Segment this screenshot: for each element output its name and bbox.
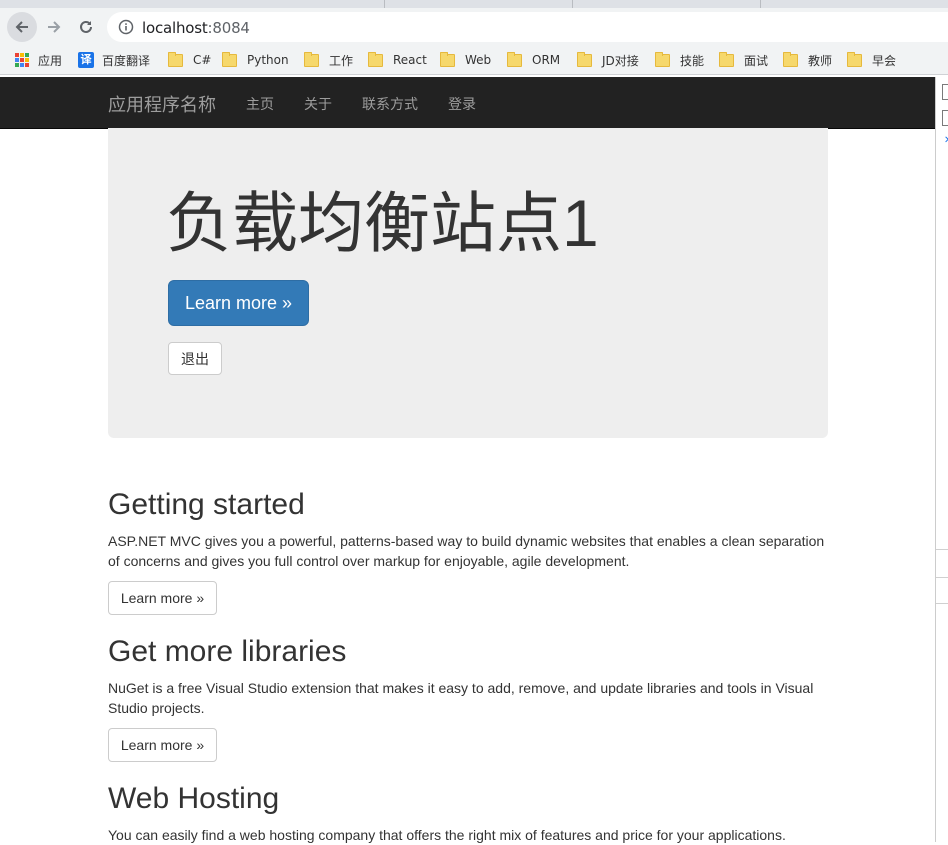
folder-icon bbox=[304, 51, 319, 67]
folder-icon bbox=[783, 51, 798, 67]
bookmark-label: React bbox=[393, 53, 427, 67]
browser-toolbar: localhost:8084 bbox=[0, 8, 948, 46]
browser-tab-strip bbox=[0, 0, 948, 8]
devtools-close-icon[interactable]: ✕ bbox=[944, 135, 948, 146]
tab-divider bbox=[384, 0, 385, 8]
bookmark-label: 工作 bbox=[329, 53, 354, 68]
folder-icon bbox=[719, 51, 734, 67]
section-text: You can easily find a web hosting compan… bbox=[108, 827, 786, 843]
folder-icon bbox=[222, 51, 237, 67]
folder-icon bbox=[440, 51, 455, 67]
bookmark-folder[interactable]: 技能 bbox=[655, 51, 704, 69]
devtools-divider bbox=[936, 549, 948, 550]
url-port: :8084 bbox=[207, 19, 250, 37]
bookmark-label: 百度翻译 bbox=[102, 53, 151, 68]
bookmark-label: C# bbox=[193, 53, 212, 67]
bookmarks-bar: 应用 译 百度翻译 C# Python 工作 React Web ORM JD对… bbox=[0, 46, 948, 75]
folder-icon bbox=[368, 51, 383, 67]
folder-icon bbox=[507, 51, 522, 67]
bookmark-folder[interactable]: 工作 bbox=[304, 51, 353, 69]
bookmark-label: Web bbox=[465, 53, 492, 67]
bookmark-folder[interactable]: Web bbox=[440, 51, 491, 69]
folder-icon bbox=[655, 51, 670, 67]
section-text: NuGet is a free Visual Studio extension … bbox=[108, 680, 814, 716]
devtools-panel-edge: ✕ bbox=[935, 77, 948, 842]
nav-link-home[interactable]: 主页 bbox=[246, 94, 274, 114]
section-heading: Getting started bbox=[108, 488, 305, 521]
devtools-toggle-icon[interactable] bbox=[942, 84, 948, 100]
folder-icon bbox=[168, 51, 183, 67]
folder-icon bbox=[847, 51, 862, 67]
nav-link-login[interactable]: 登录 bbox=[448, 94, 476, 114]
bookmark-folder[interactable]: 早会 bbox=[847, 51, 896, 69]
learn-more-primary-button[interactable]: Learn more » bbox=[168, 280, 309, 326]
navbar-brand[interactable]: 应用程序名称 bbox=[108, 91, 216, 117]
bookmark-folder[interactable]: JD对接 bbox=[577, 51, 639, 69]
section-text: ASP.NET MVC gives you a powerful, patter… bbox=[108, 533, 825, 569]
translate-icon: 译 bbox=[78, 52, 94, 68]
apps-grid-icon bbox=[15, 53, 29, 67]
arrow-right-icon bbox=[48, 21, 61, 33]
arrow-left-icon bbox=[15, 21, 28, 33]
logout-button[interactable]: 退出 bbox=[168, 342, 222, 375]
devtools-divider bbox=[936, 577, 948, 578]
tab-divider bbox=[572, 0, 573, 8]
bookmark-folder[interactable]: Python bbox=[222, 51, 289, 69]
bookmark-label: ORM bbox=[532, 53, 561, 67]
bookmark-label: 早会 bbox=[872, 53, 897, 68]
bookmark-label: Python bbox=[247, 53, 289, 67]
bookmark-label: 教师 bbox=[808, 53, 833, 68]
learn-more-button[interactable]: Learn more » bbox=[108, 581, 217, 615]
tab-divider bbox=[760, 0, 761, 8]
address-bar[interactable]: localhost:8084 bbox=[107, 12, 948, 42]
devtools-divider bbox=[936, 603, 948, 604]
reload-icon bbox=[80, 20, 92, 33]
bookmark-label: 技能 bbox=[680, 53, 705, 68]
bookmark-folder[interactable]: C# bbox=[168, 51, 211, 69]
bookmark-label: JD对接 bbox=[602, 53, 639, 68]
section-heading: Web Hosting bbox=[108, 782, 280, 815]
nav-link-contact[interactable]: 联系方式 bbox=[362, 94, 418, 114]
nav-link-about[interactable]: 关于 bbox=[304, 94, 332, 114]
url-host: localhost bbox=[142, 19, 208, 37]
info-icon[interactable] bbox=[118, 19, 134, 35]
site-navbar: 应用程序名称 主页 关于 联系方式 登录 bbox=[0, 77, 935, 129]
section-heading: Get more libraries bbox=[108, 635, 347, 668]
jumbotron: 负载均衡站点1 Learn more » 退出 bbox=[108, 128, 828, 438]
url-text[interactable]: localhost:8084 bbox=[142, 19, 250, 37]
learn-more-button[interactable]: Learn more » bbox=[108, 728, 217, 762]
bookmark-label: 面试 bbox=[744, 53, 769, 68]
forward-button[interactable] bbox=[39, 12, 69, 42]
bookmark-apps[interactable]: 应用 bbox=[15, 51, 62, 69]
folder-icon bbox=[577, 51, 592, 67]
back-button[interactable] bbox=[7, 12, 37, 42]
bookmark-folder[interactable]: React bbox=[368, 51, 427, 69]
bookmark-folder[interactable]: 教师 bbox=[783, 51, 832, 69]
reload-button[interactable] bbox=[71, 12, 101, 42]
devtools-toggle-icon[interactable] bbox=[942, 110, 948, 126]
jumbotron-title: 负载均衡站点1 bbox=[166, 186, 599, 260]
bookmark-folder[interactable]: 面试 bbox=[719, 51, 768, 69]
bookmark-folder[interactable]: ORM bbox=[507, 51, 560, 69]
bookmark-label: 应用 bbox=[38, 53, 63, 68]
bookmark-fanyi[interactable]: 译 百度翻译 bbox=[78, 51, 150, 69]
